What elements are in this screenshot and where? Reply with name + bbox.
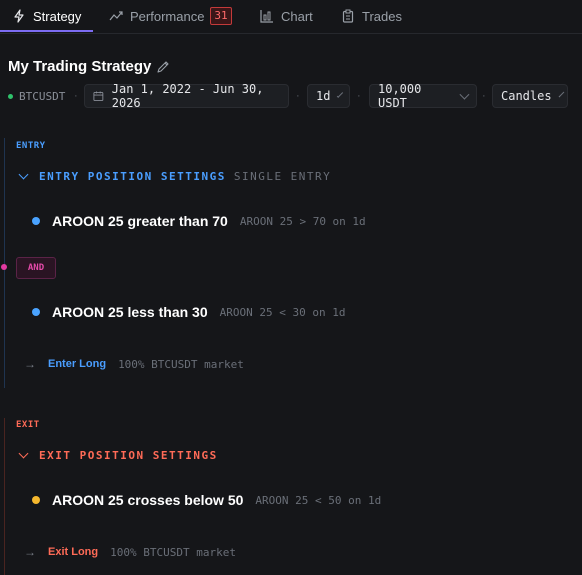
chevron-down-icon: [558, 91, 564, 98]
tab-label: Performance: [130, 8, 205, 24]
exit-long-link[interactable]: Exit Long: [48, 546, 98, 558]
count-badge: 31: [210, 7, 232, 25]
exit-action: → Exit Long 100% BTCUSDT market: [24, 545, 236, 559]
condition-bullet: [32, 496, 40, 504]
symbol-label: BTCUSDT: [19, 90, 66, 103]
chart-type-select[interactable]: Candles: [492, 84, 568, 108]
entry-section-label: ENTRY: [16, 141, 46, 151]
chart-icon: [260, 10, 273, 23]
entry-mode-label: SINGLE ENTRY: [233, 170, 332, 183]
condition-name: AROON 25 greater than 70: [52, 213, 228, 229]
entry-position-settings-toggle[interactable]: ENTRY POSITION SETTINGS SINGLE ENTRY: [18, 169, 332, 183]
capital-select[interactable]: 10,000 USDT: [369, 82, 477, 110]
separator: ·: [296, 90, 300, 102]
tab-label: Trades: [362, 8, 402, 24]
timeframe-value: 1d: [316, 89, 331, 103]
condition-bullet: [32, 308, 40, 316]
date-range-picker[interactable]: Jan 1, 2022 - Jun 30, 2026: [84, 82, 289, 110]
capital-value: 10,000 USDT: [378, 82, 422, 110]
arrow-right-icon: →: [24, 545, 36, 559]
chevron-down-icon: [18, 169, 29, 180]
entry-condition-1[interactable]: AROON 25 greater than 70 AROON 25 > 70 o…: [32, 213, 366, 229]
tab-bar: Strategy Performance 31 Chart Trades: [0, 0, 582, 34]
condition-name: AROON 25 less than 30: [52, 304, 208, 320]
chevron-down-icon: [459, 89, 470, 100]
condition-name: AROON 25 crosses below 50: [52, 492, 244, 508]
separator: ·: [74, 90, 78, 102]
calendar-icon: [93, 91, 104, 101]
and-connector[interactable]: AND: [16, 257, 56, 279]
entry-settings-label: ENTRY POSITION SETTINGS: [39, 170, 226, 183]
entry-condition-2[interactable]: AROON 25 less than 30 AROON 25 < 30 on 1…: [32, 304, 345, 320]
exit-position-settings-toggle[interactable]: EXIT POSITION SETTINGS: [18, 448, 218, 462]
lightning-icon: [14, 9, 24, 23]
strategy-controls: BTCUSDT · Jan 1, 2022 - Jun 30, 2026 · 1…: [0, 82, 582, 110]
active-tab-indicator: [0, 30, 93, 32]
separator: ·: [482, 90, 486, 102]
pencil-icon[interactable]: [156, 60, 170, 74]
action-detail: 100% BTCUSDT market: [110, 545, 236, 559]
tab-chart[interactable]: Chart: [260, 0, 313, 32]
action-detail: 100% BTCUSDT market: [118, 357, 244, 371]
clipboard-icon: [342, 9, 354, 23]
condition-bullet: [32, 217, 40, 225]
tab-performance[interactable]: Performance 31: [109, 0, 232, 32]
tab-strategy[interactable]: Strategy: [12, 0, 81, 32]
entry-action: → Enter Long 100% BTCUSDT market: [24, 357, 244, 371]
date-range-value: Jan 1, 2022 - Jun 30, 2026: [111, 82, 264, 110]
chevron-down-icon: [337, 91, 344, 98]
condition-detail: AROON 25 > 70 on 1d: [239, 214, 366, 228]
timeframe-select[interactable]: 1d: [307, 84, 350, 108]
and-connector-dot: [1, 264, 7, 270]
separator: ·: [357, 90, 361, 102]
enter-long-link[interactable]: Enter Long: [48, 358, 106, 370]
status-dot: [8, 94, 13, 99]
exit-section-label: EXIT: [16, 420, 40, 430]
condition-detail: AROON 25 < 30 on 1d: [219, 305, 346, 319]
exit-condition-1[interactable]: AROON 25 crosses below 50 AROON 25 < 50 …: [32, 492, 381, 508]
entry-section-line: [4, 138, 5, 388]
tab-label: Strategy: [33, 8, 82, 24]
page-title: My Trading Strategy: [8, 58, 152, 75]
arrow-right-icon: →: [24, 357, 36, 371]
tab-trades[interactable]: Trades: [341, 0, 402, 32]
condition-detail: AROON 25 < 50 on 1d: [255, 493, 382, 507]
exit-settings-label: EXIT POSITION SETTINGS: [39, 449, 218, 462]
chevron-down-icon: [18, 448, 29, 459]
chart-type-value: Candles: [501, 89, 552, 103]
tab-label: Chart: [281, 8, 313, 24]
exit-section-line: [4, 418, 5, 575]
trend-icon: [109, 11, 123, 21]
